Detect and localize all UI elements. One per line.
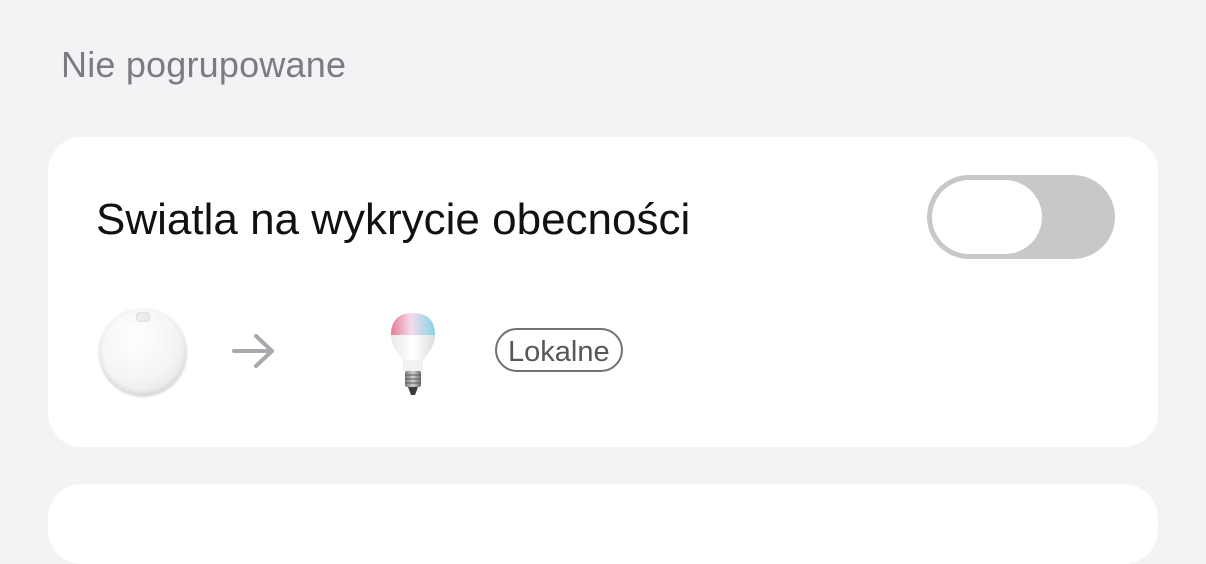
- automation-toggle[interactable]: [927, 175, 1115, 259]
- local-badge: Lokalne: [495, 328, 623, 372]
- next-automation-card[interactable]: [48, 484, 1158, 564]
- sensor-indicator: [136, 312, 150, 322]
- automation-card[interactable]: Swiatla na wykrycie obecności Lokalne: [48, 137, 1158, 447]
- arrow-right-icon: [232, 334, 274, 368]
- section-label: Nie pogrupowane: [61, 44, 347, 85]
- automation-flow: Lokalne: [100, 309, 700, 399]
- toggle-knob: [932, 180, 1042, 254]
- automation-title: Swiatla na wykrycie obecności: [96, 195, 691, 244]
- presence-sensor-icon: [100, 309, 186, 395]
- smart-bulb-icon: [391, 313, 435, 395]
